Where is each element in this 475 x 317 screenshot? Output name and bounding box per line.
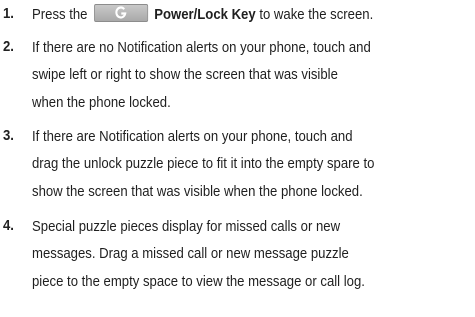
- step-line: show the screen that was visible when th…: [32, 183, 363, 200]
- step-line: messages. Drag a missed call or new mess…: [32, 246, 349, 263]
- step-text: Special puzzle pieces display for missed…: [32, 214, 442, 296]
- step-text: If there are Notification alerts on your…: [32, 124, 442, 206]
- step-line: Special puzzle pieces display for missed…: [32, 219, 341, 235]
- step-number: 3.: [3, 128, 14, 144]
- power-lock-key-icon: [93, 4, 148, 22]
- step-number: 2.: [3, 39, 14, 55]
- step-text-part: Press the: [32, 7, 88, 23]
- step-number: 4.: [3, 218, 14, 234]
- step-key-name: Power/Lock Key: [154, 7, 256, 23]
- step-text-part: to wake the screen.: [259, 7, 374, 23]
- step-text: If there are no Notification alerts on y…: [32, 35, 442, 117]
- step-number: 1.: [3, 6, 14, 22]
- instruction-steps: 1. Press the Power/Lock Key to wake the …: [0, 0, 475, 317]
- step-text: Press the Power/Lock Key to wake the scr…: [32, 2, 442, 29]
- step-line: If there are no Notification alerts on y…: [32, 40, 371, 56]
- step-line: swipe left or right to show the screen t…: [32, 67, 338, 84]
- step-line: drag the unlock puzzle piece to fit it i…: [32, 156, 375, 173]
- step-line: If there are Notification alerts on your…: [32, 129, 353, 145]
- step-line: piece to the empty space to view the mes…: [32, 273, 365, 290]
- step-line: when the phone locked.: [32, 94, 171, 111]
